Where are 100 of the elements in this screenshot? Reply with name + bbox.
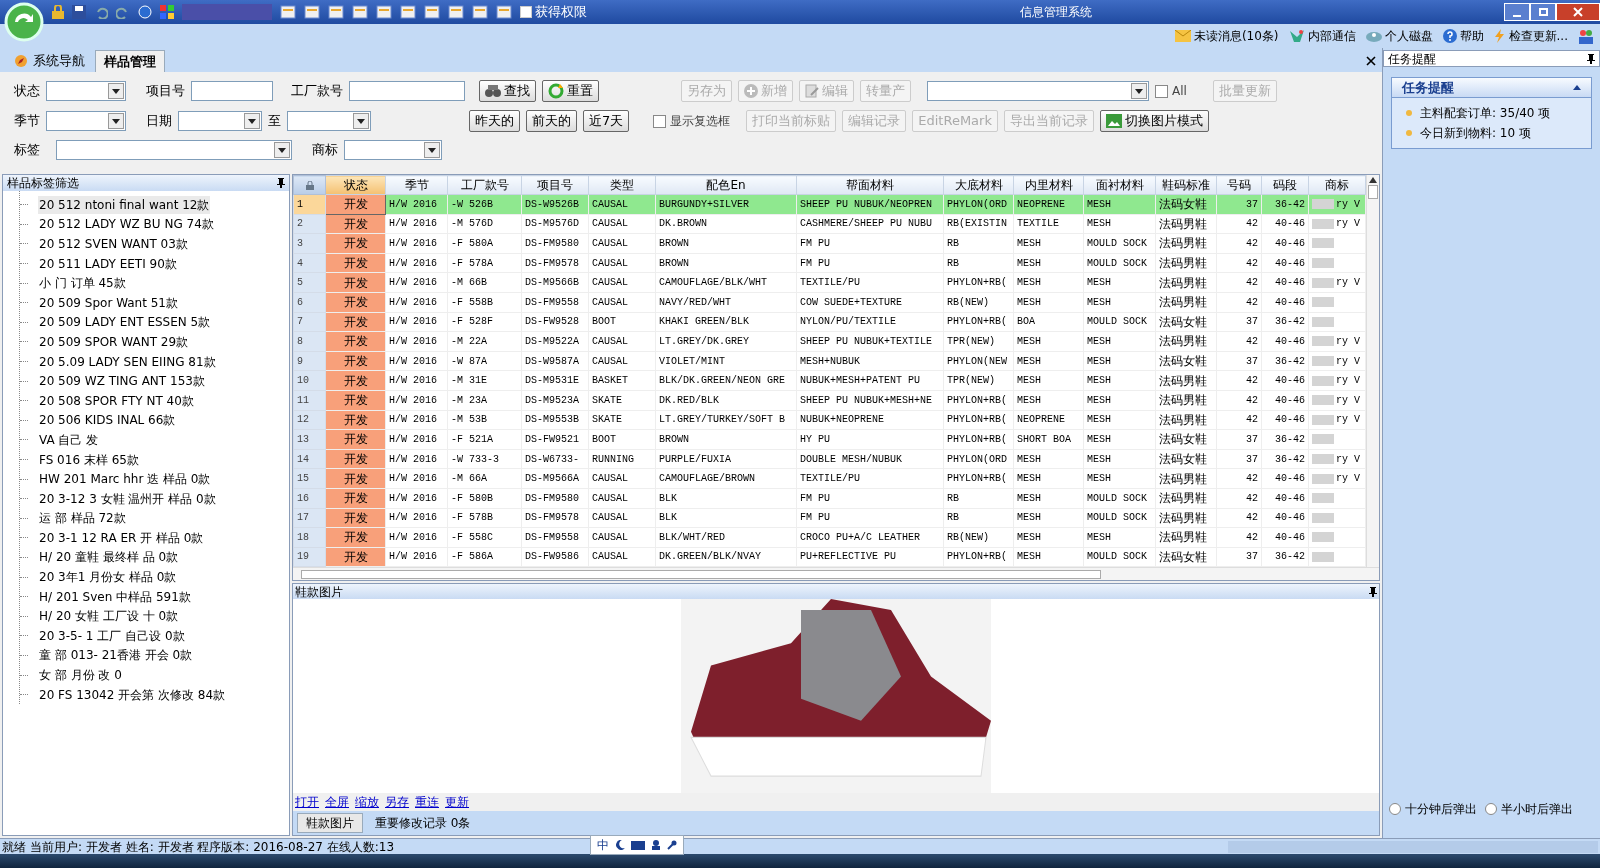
column-header[interactable]: 季节 — [385, 175, 448, 195]
tree-item[interactable]: 20 511 LADY EETI 90款 — [38, 254, 178, 273]
table-row[interactable]: 16 开发 H/W 2016 -F 580B DS-FM9580 CAUSAL BLK FM PU RB MESH MOULD SOCK 法码男鞋 42 40-46 — [293, 488, 1366, 508]
tree-item[interactable]: FS 016 末样 65款 — [38, 450, 140, 469]
image-link[interactable]: 另存 — [385, 793, 409, 811]
toolbar-button[interactable]: 查找 — [479, 80, 536, 102]
table-row[interactable]: 12 开发 H/W 2016 -M 53B DS-M9553B SKATE LT.GREY/TURKEY/SOFT B NUBUK+NEOPRENE PHYLON+RB( NEOPRENE MESH 法码男鞋 42 40-46 ry V — [293, 410, 1366, 430]
dropdown-field[interactable] — [46, 111, 126, 131]
pin-icon[interactable] — [277, 178, 285, 188]
grid-icon[interactable] — [160, 5, 174, 19]
dropdown-field[interactable] — [46, 81, 126, 101]
maximize-icon[interactable] — [1530, 3, 1556, 21]
dropdown-field[interactable] — [287, 111, 371, 131]
tree-item[interactable]: 20 506 KIDS INAL 66款 — [38, 411, 177, 430]
tree-item[interactable]: 童 部 013- 21香港 开会 0款 — [38, 646, 194, 665]
tree-item[interactable]: H/ 20 童鞋 最终样 品 0款 — [38, 548, 180, 567]
tree-item[interactable]: 20 512 ntoni final want 12款 — [38, 195, 211, 214]
tree-item[interactable]: 20 509 WZ TING ANT 153款 — [38, 372, 206, 391]
dropdown-caret-icon[interactable] — [424, 142, 440, 158]
toolbar-button[interactable]: 切换图片模式 — [1099, 110, 1209, 132]
column-header[interactable]: 鞋码标准 — [1155, 175, 1217, 195]
header-link[interactable]: 帮助 — [1442, 27, 1484, 45]
users-icon[interactable] — [1578, 28, 1594, 44]
tree-item[interactable]: 女 部 月份 改 0 — [38, 666, 123, 685]
table-row[interactable]: 5 开发 H/W 2016 -M 66B DS-M9566B CAUSAL CAMOUFLAGE/BLK/WHT TEXTILE/PU PHYLON+RB( MESH MESH 法码男鞋 42 40-46 ry V — [293, 272, 1366, 293]
column-header[interactable]: 内里材料 — [1013, 175, 1084, 195]
toolbar-button[interactable]: 前天的 — [526, 110, 577, 132]
tab[interactable]: 样品管理 — [95, 50, 165, 72]
table-row[interactable]: 19 开发 H/W 2016 -F 586A DS-FW9586 CAUSAL DK.GREEN/BLK/NVAY PU+REFLECTIVE PU PHYLON+RB( MESH MOULD SOCK 法码女鞋 37 36-42 — [293, 547, 1366, 567]
lock-icon[interactable] — [52, 5, 64, 19]
scrollbar-thumb[interactable] — [1368, 185, 1378, 199]
image-link[interactable]: 全屏 — [325, 793, 349, 811]
table-row[interactable]: 9 开发 H/W 2016 -W 87A DS-W9587A CAUSAL VIOLET/MINT MESH+NUBUK PHYLON(NEW MESH MESH 法码女鞋 37 36-42 ry V — [293, 351, 1366, 371]
dropdown-caret-icon[interactable] — [244, 113, 260, 129]
tree-item[interactable]: 运 部 样品 72款 — [38, 509, 127, 528]
ime-mode-text[interactable]: 中 — [597, 836, 609, 854]
table-row[interactable]: 11 开发 H/W 2016 -M 23A DS-M9523A SKATE DK.RED/BLK SHEEP PU NUBUK+MESH+NE PHYLON+RB( MESH MESH 法码男鞋 42 40-46 ry V — [293, 390, 1366, 411]
tree-item[interactable]: 20 509 SPOR WANT 29款 — [38, 332, 190, 351]
tree-item[interactable]: 20 512 LADY WZ BU NG 74款 — [38, 215, 215, 234]
tree-item[interactable]: 20 508 SPOR FTY NT 40款 — [38, 391, 195, 410]
moon-icon[interactable] — [615, 840, 625, 850]
header-link[interactable]: 检查更新... — [1493, 27, 1568, 45]
horizontal-scrollbar[interactable] — [293, 567, 1379, 581]
tab[interactable]: 系统导航 — [6, 50, 93, 72]
table-row[interactable]: 2 开发 H/W 2016 -M 576D DS-M9576D CAUSAL DK.BROWN CASHMERE/SHEEP PU NUBU RB(EXISTIN TEXTILE MESH 法码男鞋 42 40-46 ry V — [293, 214, 1366, 234]
tree-item[interactable]: 20 FS 13042 开会第 次修改 84款 — [38, 685, 227, 704]
table-row[interactable]: 7 开发 H/W 2016 -F 528F DS-FW9528 BOOT KHAKI GREEN/BLK NYLON/PU/TEXTILE PHYLON+RB( BOA MOULD SOCK 法码女鞋 37 36-42 — [293, 312, 1366, 332]
tree-item[interactable]: HW 201 Marc hhr 迭 样品 0款 — [38, 470, 212, 489]
input-field[interactable] — [191, 81, 273, 101]
header-link[interactable]: 未读消息(10条) — [1174, 27, 1279, 45]
column-header[interactable]: 号码 — [1216, 175, 1262, 195]
dropdown-field[interactable] — [178, 111, 262, 131]
tab[interactable]: 鞋款图片 — [297, 813, 363, 833]
redo-icon[interactable] — [116, 5, 130, 19]
tree-item[interactable]: 20 509 Spor Want 51款 — [38, 293, 179, 312]
image-link[interactable]: 缩放 — [355, 793, 379, 811]
header-link[interactable]: 内部通信 — [1288, 27, 1356, 45]
column-header[interactable]: 项目号 — [521, 175, 589, 195]
table-row[interactable]: 18 开发 H/W 2016 -F 558C DS-FM9558 CAUSAL BLK/WHT/RED CROCO PU+A/C LEATHER RB(NEW) MESH MESH 法码男鞋 42 40-46 — [293, 527, 1366, 548]
sort-header[interactable] — [293, 175, 326, 195]
task-item[interactable]: 今日新到物料: 10 项 — [1420, 124, 1531, 142]
column-header[interactable]: 类型 — [588, 175, 656, 195]
table-row[interactable]: 15 开发 H/W 2016 -M 66A DS-M9566A CAUSAL CAMOUFLAGE/BROWN TEXTILE/PU PHYLON+RB( MESH MESH 法码男鞋 42 40-46 ry V — [293, 468, 1366, 489]
radio-button[interactable] — [1485, 803, 1497, 815]
input-field[interactable] — [349, 81, 465, 101]
tree-item[interactable]: 20 5.09 LADY SEN EIING 81款 — [38, 352, 217, 371]
tree-item[interactable]: 20 509 LADY ENT ESSEN 5款 — [38, 313, 212, 332]
table-row[interactable]: 8 开发 H/W 2016 -M 22A DS-M9522A CAUSAL LT.GREY/DK.GREY SHEEP PU NUBUK+TEXTILE TPR(NEW) MESH MESH 法码男鞋 42 40-46 ry V — [293, 331, 1366, 352]
toolbar-button[interactable]: 近7天 — [583, 110, 630, 132]
column-header[interactable]: 面衬材料 — [1083, 175, 1156, 195]
tree-item[interactable]: 20 512 SVEN WANT 03款 — [38, 235, 189, 253]
table-row[interactable]: 14 开发 H/W 2016 -W 733-3 DS-W6733- RUNNING PURPLE/FUXIA DOUBLE MESH/NUBUK PHYLON(ORD MESH MESH 法码女鞋 37 36-42 ry V — [293, 449, 1366, 469]
column-header[interactable]: 工厂款号 — [447, 175, 522, 195]
toolbar-button[interactable]: 重置 — [542, 80, 599, 102]
column-header[interactable]: 帮面材料 — [796, 175, 944, 195]
tree-item[interactable]: 20 3年1 月份女 样品 0款 — [38, 568, 178, 587]
dropdown-caret-icon[interactable] — [108, 113, 124, 129]
dropdown-field[interactable] — [56, 140, 292, 160]
section-header[interactable]: 任务提醒 — [1392, 78, 1591, 98]
column-header[interactable]: 状态 — [325, 175, 386, 195]
checkbox[interactable] — [520, 6, 532, 18]
tree-item[interactable]: 20 3-5- 1 工厂 自己设 0款 — [38, 626, 186, 645]
header-link[interactable]: 个人磁盘 — [1365, 27, 1433, 45]
tab[interactable]: 重要修改记录 0条 — [367, 813, 479, 833]
tree-item[interactable]: H/ 20 女鞋 工厂设 十 0款 — [38, 607, 180, 626]
table-row[interactable]: 3 开发 H/W 2016 -F 580A DS-FM9580 CAUSAL BROWN FM PU RB MESH MOULD SOCK 法码男鞋 42 40-46 — [293, 233, 1366, 254]
task-item[interactable]: 主料配套订单: 35/40 项 — [1420, 104, 1551, 122]
column-header[interactable]: 码段 — [1261, 175, 1309, 195]
image-link[interactable]: 打开 — [295, 793, 319, 811]
checkbox[interactable] — [1155, 84, 1168, 98]
table-row[interactable]: 1 开发 H/W 2016 -W 526B DS-W9526B CAUSAL BURGUNDY+SILVER SHEEP PU NUBUK/NEOPREN PHYLON(ORD NEOPRENE MESH 法码女鞋 37 36-42 ry V — [293, 194, 1366, 215]
dropdown-caret-icon[interactable] — [1131, 83, 1147, 99]
table-row[interactable]: 6 开发 H/W 2016 -F 558B DS-FM9558 CAUSAL NAVY/RED/WHT COW SUEDE+TEXTURE RB(NEW) MESH MESH 法码男鞋 42 40-46 — [293, 292, 1366, 313]
close-icon[interactable] — [1366, 56, 1376, 66]
tree-item[interactable]: VA 自己 发 — [38, 430, 100, 449]
app-logo-icon[interactable] — [4, 2, 44, 42]
radio-button[interactable] — [1389, 803, 1401, 815]
column-header[interactable]: 配色En — [655, 175, 797, 195]
save-icon[interactable] — [72, 5, 86, 19]
tree-item[interactable]: 20 3-1 12 RA ER 开 样品 0款 — [38, 528, 205, 547]
